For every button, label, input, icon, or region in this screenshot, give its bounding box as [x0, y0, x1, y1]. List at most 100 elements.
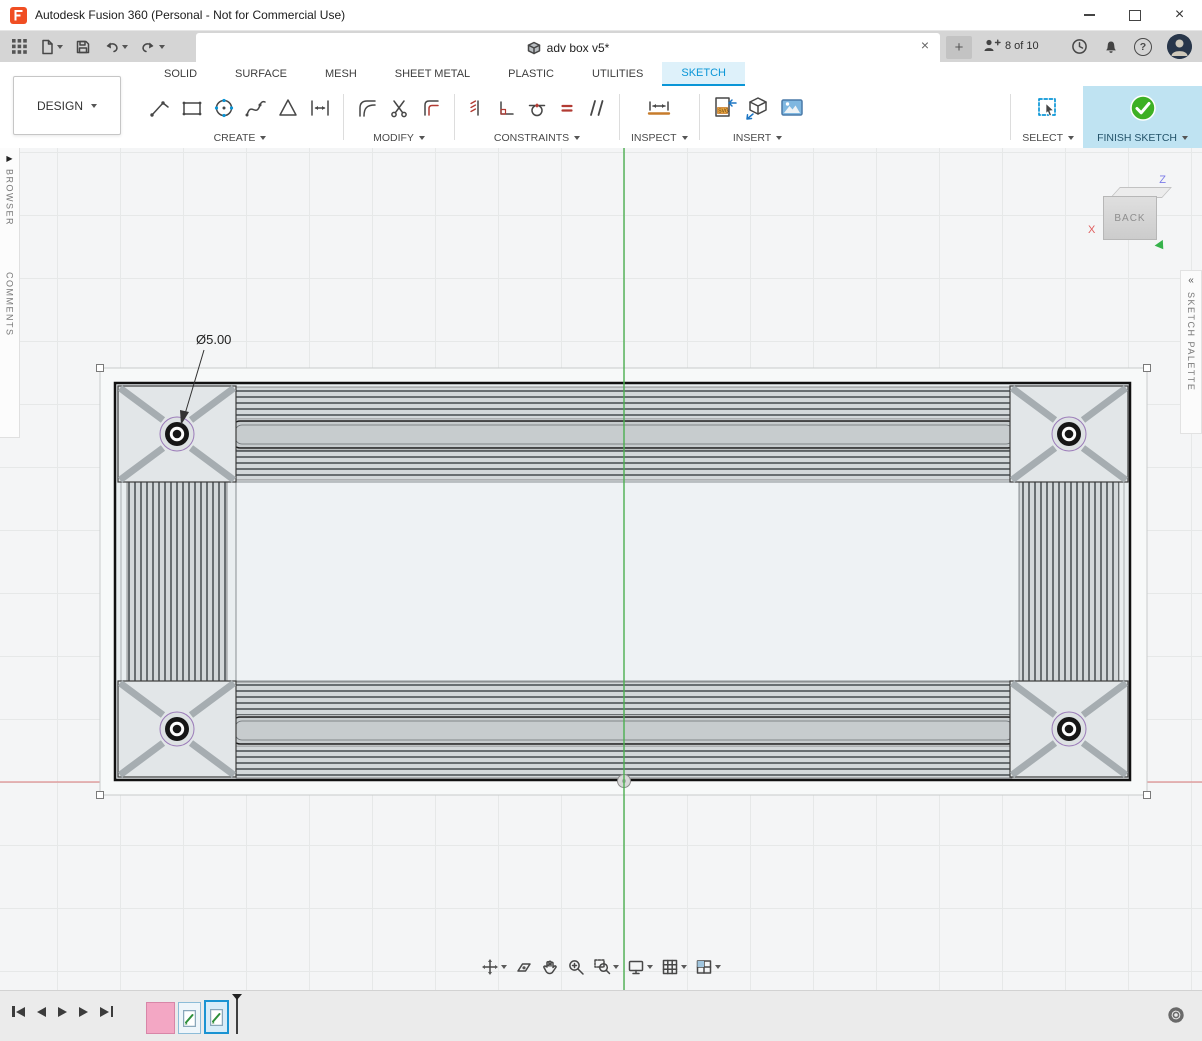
viewports-button[interactable]	[693, 956, 723, 978]
offset-tool-icon[interactable]	[419, 96, 443, 120]
rectangle-tool-icon[interactable]	[180, 96, 204, 120]
corner-bracket-bottom-left[interactable]	[118, 681, 236, 777]
close-button[interactable]: ×	[1157, 0, 1202, 30]
workspace-switcher[interactable]: DESIGN	[13, 76, 121, 135]
tab-mesh[interactable]: MESH	[306, 62, 376, 86]
polygon-tool-icon[interactable]	[276, 96, 300, 120]
browser-expand-icon[interactable]: ▶	[6, 154, 12, 163]
person-plus-icon	[983, 38, 1001, 53]
group-label-create[interactable]: CREATE	[214, 129, 267, 146]
timeline-settings-button[interactable]	[1166, 1005, 1186, 1025]
clock-icon[interactable]	[1071, 38, 1088, 55]
maximize-button[interactable]	[1112, 0, 1157, 30]
corner-bracket-top-right[interactable]	[1010, 386, 1128, 482]
tab-solid[interactable]: SOLID	[145, 62, 216, 86]
view-cube[interactable]: BACK Z X	[1094, 176, 1174, 252]
document-tab[interactable]: adv box v5* ×	[196, 33, 940, 62]
sketch-drawing[interactable]: Ø5.00	[0, 148, 1202, 990]
minimize-button[interactable]	[1067, 0, 1112, 30]
app-grid-button[interactable]	[9, 37, 30, 56]
model-canvas[interactable]: Ø5.00 ▶ BROWSER COMMENTS « SKETCH PALETT…	[0, 148, 1202, 990]
group-label-insert[interactable]: INSERT	[733, 129, 782, 146]
group-label-select[interactable]: SELECT	[1022, 129, 1074, 146]
maximize-icon	[1129, 10, 1141, 21]
save-button[interactable]	[72, 37, 94, 57]
trim-tool-icon[interactable]	[387, 96, 411, 120]
tab-sketch[interactable]: SKETCH	[662, 62, 745, 86]
undo-button[interactable]	[100, 37, 131, 57]
group-label-modify[interactable]: MODIFY	[373, 129, 425, 146]
axis-z-label: Z	[1159, 174, 1166, 186]
corner-bracket-top-left[interactable]	[118, 386, 236, 482]
timeline-step-forward-button[interactable]	[79, 1007, 88, 1017]
timeline-sketch-item[interactable]	[178, 1002, 201, 1034]
fix-constraint-icon[interactable]	[466, 97, 488, 119]
dimension-label[interactable]: Ø5.00	[196, 332, 231, 347]
look-at-button[interactable]	[513, 956, 535, 978]
title-bar: Autodesk Fusion 360 (Personal - Not for …	[0, 0, 1202, 31]
tab-surface[interactable]: SURFACE	[216, 62, 306, 86]
tab-utilities[interactable]: UTILITIES	[573, 62, 662, 86]
tab-sheet-metal[interactable]: SHEET METAL	[376, 62, 489, 86]
select-tool-icon[interactable]	[1035, 95, 1061, 121]
browser-panel-tab[interactable]: BROWSER	[5, 169, 15, 226]
finish-sketch-button[interactable]: FINISH SKETCH	[1083, 86, 1202, 148]
timeline-go-to-start-button[interactable]	[12, 1006, 25, 1017]
caret-down-icon	[682, 136, 688, 140]
timeline-group-item[interactable]	[146, 1002, 175, 1034]
orbit-button[interactable]	[479, 956, 509, 978]
caret-down-icon	[613, 965, 619, 969]
caret-down-icon	[159, 45, 165, 49]
timeline-sketch-item-selected[interactable]	[204, 1000, 229, 1034]
workspace-label: DESIGN	[37, 99, 83, 113]
measure-tool-icon[interactable]	[646, 96, 672, 120]
caret-down-icon	[57, 45, 63, 49]
sketch-dimension-tool-icon[interactable]	[308, 96, 332, 120]
comments-panel-tab[interactable]: COMMENTS	[5, 272, 15, 337]
insert-svg-icon[interactable]: SVG	[711, 95, 737, 121]
pan-button[interactable]	[539, 956, 561, 978]
new-tab-button[interactable]: +	[946, 36, 972, 59]
close-icon: ×	[1175, 7, 1184, 23]
ribbon-separator	[619, 94, 620, 140]
collaborators-badge[interactable]: 8 of 10	[983, 38, 1039, 53]
group-label-constraints[interactable]: CONSTRAINTS	[494, 129, 580, 146]
insert-mesh-icon[interactable]	[745, 95, 771, 121]
timeline-position-marker[interactable]	[236, 996, 238, 1034]
canvas-image-icon[interactable]	[779, 95, 805, 121]
display-settings-button[interactable]	[625, 956, 655, 978]
axis-x-label: X	[1088, 224, 1095, 236]
bell-icon[interactable]	[1103, 39, 1119, 55]
help-icon[interactable]: ?	[1134, 38, 1152, 56]
perpendicular-constraint-icon[interactable]	[496, 97, 518, 119]
caret-down-icon	[574, 136, 580, 140]
circle-tool-icon[interactable]	[212, 96, 236, 120]
sketch-palette-strip[interactable]: « SKETCH PALETTE	[1180, 270, 1202, 434]
zoom-icon	[567, 958, 585, 976]
zoom-button[interactable]	[565, 956, 587, 978]
group-create: CREATE	[139, 86, 341, 148]
document-close-icon[interactable]: ×	[921, 38, 929, 52]
parallel-constraint-icon[interactable]	[586, 97, 608, 119]
palette-expand-icon[interactable]: «	[1188, 275, 1194, 286]
timeline-play-button[interactable]	[58, 1007, 67, 1017]
timeline-go-to-end-button[interactable]	[100, 1006, 113, 1017]
tangent-constraint-icon[interactable]	[526, 97, 548, 119]
equal-constraint-icon[interactable]	[556, 97, 578, 119]
line-tool-icon[interactable]	[148, 96, 172, 120]
fillet-tool-icon[interactable]	[355, 96, 379, 120]
sketch-palette-tab[interactable]: SKETCH PALETTE	[1186, 292, 1196, 391]
frame-body[interactable]	[115, 383, 1130, 780]
view-cube-front-face[interactable]: BACK	[1103, 196, 1157, 240]
tab-plastic[interactable]: PLASTIC	[489, 62, 573, 86]
corner-bracket-bottom-right[interactable]	[1010, 681, 1128, 777]
group-label-inspect[interactable]: INSPECT	[631, 129, 688, 146]
redo-button[interactable]	[137, 37, 168, 57]
grid-settings-button[interactable]	[659, 956, 689, 978]
timeline-step-back-button[interactable]	[37, 1007, 46, 1017]
file-menu-button[interactable]	[36, 37, 66, 57]
zoom-window-button[interactable]	[591, 956, 621, 978]
caret-down-icon	[122, 45, 128, 49]
user-avatar[interactable]	[1167, 34, 1192, 59]
spline-tool-icon[interactable]	[244, 96, 268, 120]
